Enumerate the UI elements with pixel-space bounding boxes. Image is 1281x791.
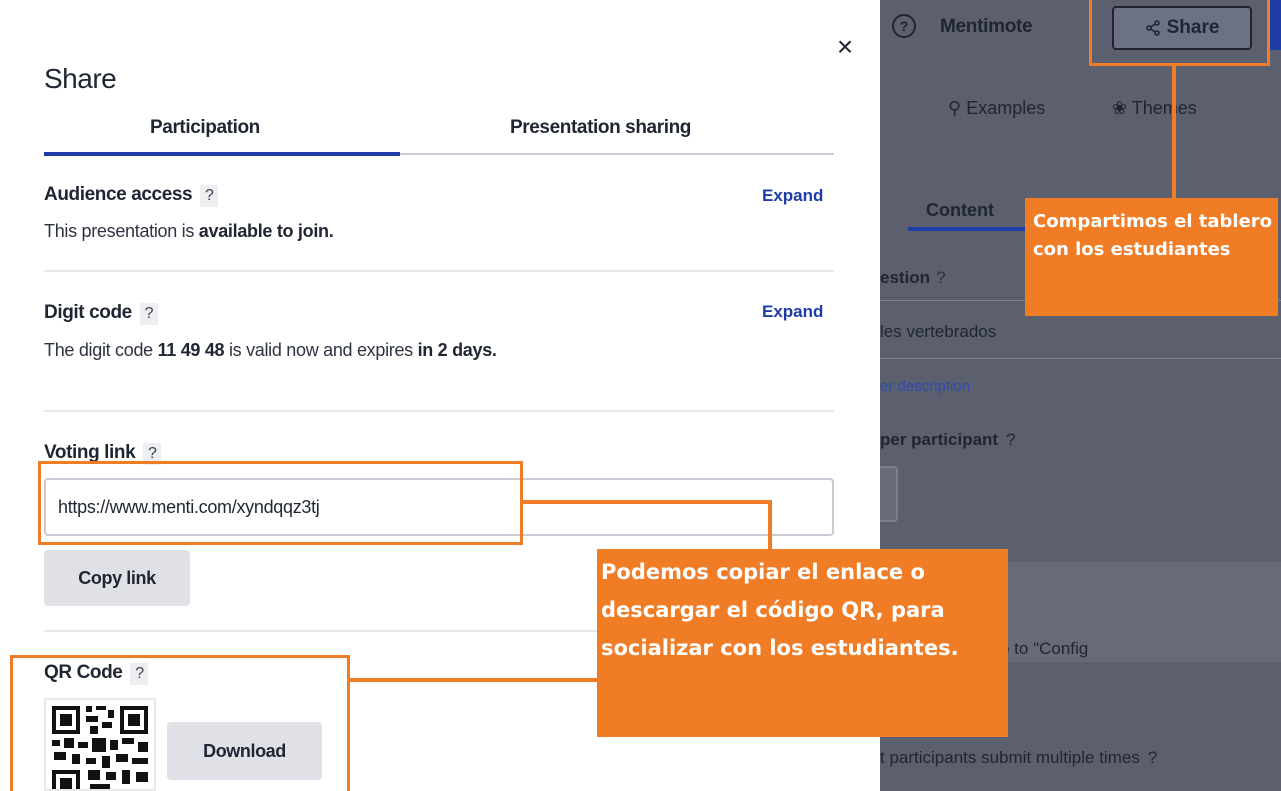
tab-active-indicator xyxy=(44,152,400,156)
tab-participation[interactable]: Participation xyxy=(150,117,260,139)
tab-content-indicator xyxy=(908,227,1028,231)
copy-link-button[interactable]: Copy link xyxy=(44,550,190,606)
digit-code-help-icon[interactable]: ? xyxy=(139,303,158,325)
modal-title: Share xyxy=(44,63,117,94)
themes-label: Themes xyxy=(1131,98,1197,118)
lightbulb-icon: ⚲ xyxy=(948,98,962,118)
add-description-link[interactable]: er description xyxy=(880,378,970,395)
close-icon[interactable]: × xyxy=(834,33,856,61)
annotation-connector xyxy=(350,678,598,682)
divider xyxy=(44,270,834,272)
digit-code-text: The digit code 11 49 48 is valid now and… xyxy=(44,340,497,360)
annotation-connector xyxy=(768,500,772,550)
divider xyxy=(880,358,1281,359)
voting-link-highlight-box xyxy=(38,461,523,545)
examples-label: Examples xyxy=(966,98,1046,118)
digit-code-expand-link[interactable]: Expand xyxy=(762,302,823,322)
present-button-edge[interactable] xyxy=(1269,0,1281,50)
question-label: estion? xyxy=(880,268,946,287)
examples-button[interactable]: ⚲ Examples xyxy=(948,98,1045,119)
share-highlight-box xyxy=(1089,0,1270,66)
question-input[interactable]: les vertebrados xyxy=(880,322,996,342)
themes-button[interactable]: ❀ Themes xyxy=(1112,98,1197,119)
qr-code-highlight-box xyxy=(10,655,350,791)
digit-code-value: 11 49 48 xyxy=(157,340,225,360)
annotation-connector xyxy=(520,500,770,504)
per-participant-help-icon[interactable]: ? xyxy=(1006,430,1015,449)
theme-icon: ❀ xyxy=(1112,98,1128,118)
per-participant-label: per participant? xyxy=(880,430,1016,449)
top-edge xyxy=(0,0,880,6)
digit-code-title: Digit code? xyxy=(44,302,158,325)
question-help-icon[interactable]: ? xyxy=(936,268,945,287)
annotation-connector xyxy=(1172,66,1176,200)
audience-expand-link[interactable]: Expand xyxy=(762,186,823,206)
audience-access-title: Audience access? xyxy=(44,184,219,207)
audience-access-text: This presentation is available to join. xyxy=(44,221,334,241)
mentimote-button[interactable]: Mentimote xyxy=(940,16,1033,38)
tab-presentation-sharing[interactable]: Presentation sharing xyxy=(510,117,691,139)
divider xyxy=(44,410,834,412)
callout-link-qr: Podemos copiar el enlace o descargar el … xyxy=(597,549,1008,737)
tab-content[interactable]: Content xyxy=(926,200,994,221)
multiple-help-icon[interactable]: ? xyxy=(1148,748,1157,767)
per-participant-input[interactable] xyxy=(880,466,898,522)
multiple-submissions-label: t participants submit multiple times? xyxy=(880,748,1158,767)
help-icon[interactable]: ? xyxy=(892,14,916,38)
audience-help-icon[interactable]: ? xyxy=(200,185,219,207)
callout-share: Compartimos el tablero con los estudiant… xyxy=(1025,198,1278,316)
